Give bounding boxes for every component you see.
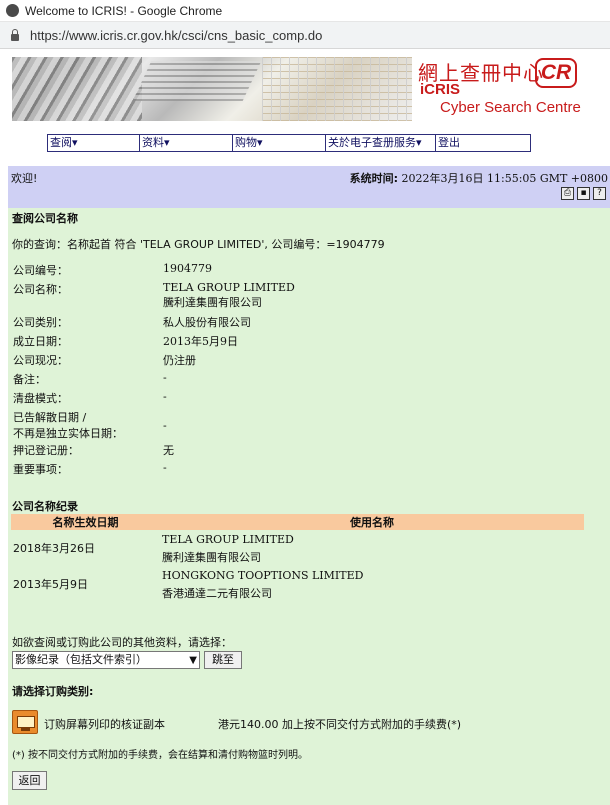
menu-logout[interactable]: 登出: [436, 135, 530, 151]
info-value: 无: [163, 444, 174, 457]
company-name-zh: 騰利達集團有限公司: [163, 296, 262, 309]
name-date: 2018年3月26日: [13, 542, 95, 555]
info-label: 公司类别：: [13, 316, 68, 329]
name-zh: 騰利達集團有限公司: [162, 551, 261, 564]
info-value: 2013年5月9日: [163, 335, 238, 348]
site-banner: 網上查冊中心 iCRIS Cyber Search Centre CR: [0, 49, 610, 127]
info-row: 公司现况： 仍注册: [11, 352, 571, 371]
info-row: 成立日期： 2013年5月9日: [11, 333, 571, 352]
order-footnote: (*) 按不同交付方式附加的手续费，会在结算和清付购物篮时列明。: [12, 750, 308, 761]
your-query: 你的查询：名称起首 符合 'TELA GROUP LIMITED', 公司编号：…: [12, 238, 385, 251]
url-text[interactable]: https://www.icris.cr.gov.hk/csci/cns_bas…: [30, 28, 322, 43]
document-type-select[interactable]: 影像纪录（包括文件索引） ▼: [12, 651, 200, 669]
info-value: 1904779: [163, 262, 212, 275]
menu-about[interactable]: 关於电子查册服务▾: [326, 135, 436, 151]
info-row: 公司编号： 1904779: [11, 262, 571, 281]
address-bar[interactable]: https://www.icris.cr.gov.hk/csci/cns_bas…: [0, 22, 610, 49]
table-row: 2018年3月26日 TELA GROUP LIMITED: [11, 530, 584, 556]
order-item-price: 港元140.00 加上按不同交付方式附加的手续费(*): [218, 718, 462, 731]
chevron-down-icon: ▼: [189, 655, 197, 666]
select-value: 影像纪录（包括文件索引）: [15, 653, 147, 666]
banner-image: [12, 57, 412, 121]
info-label: 备注：: [13, 373, 46, 386]
info-label: 公司编号：: [13, 264, 68, 277]
info-label: 重要事项：: [13, 463, 68, 476]
info-row: 公司名称： TELA GROUP LIMITED 騰利達集團有限公司: [11, 281, 571, 314]
order-item-label[interactable]: 订购屏幕列印的核证副本: [44, 716, 165, 732]
info-row: 已告解散日期 / 不再是独立实体日期： -: [11, 409, 571, 442]
name-date: 2013年5月9日: [13, 578, 88, 591]
col-name-used: 使用名称: [160, 514, 584, 530]
name-zh: 香港通達二元有限公司: [162, 587, 272, 600]
cr-logo: CR: [535, 58, 577, 88]
info-label: 公司名称：: [13, 283, 68, 296]
order-cart-icon[interactable]: [12, 710, 38, 734]
info-value: -: [163, 461, 167, 474]
window-titlebar: Welcome to ICRIS! - Google Chrome: [0, 0, 610, 22]
info-value: -: [163, 419, 167, 432]
brand-subtitle: Cyber Search Centre: [440, 99, 581, 116]
go-button[interactable]: 跳至: [204, 651, 242, 669]
company-info-table: 公司编号： 1904779 公司名称： TELA GROUP LIMITED 騰利達集…: [11, 262, 571, 480]
more-info-prompt: 如欲查阅或订购此公司的其他资料，请选择：: [12, 636, 232, 649]
main-menu: 查阅▾ 资料▾ 购物▾ 关於电子查册服务▾ 登出: [47, 134, 531, 152]
info-row: 清盘模式： -: [11, 390, 571, 409]
info-row: 公司类别： 私人股份有限公司: [11, 314, 571, 333]
info-value: 私人股份有限公司: [163, 316, 251, 329]
info-row: 重要事项： -: [11, 461, 571, 480]
info-label: 成立日期：: [13, 335, 68, 348]
name-history-heading: 公司名称纪录: [12, 500, 78, 513]
info-row: 备注： -: [11, 371, 571, 390]
company-name-en: TELA GROUP LIMITED: [163, 281, 295, 294]
window-title: Welcome to ICRIS! - Google Chrome: [25, 3, 223, 18]
system-time-label: 系统时间:: [349, 172, 399, 185]
menu-search[interactable]: 查阅▾: [48, 135, 140, 151]
info-label: 已告解散日期 /: [13, 411, 87, 424]
menu-shopping[interactable]: 购物▾: [233, 135, 326, 151]
system-time-value: 2022年3月16日 11:55:05 GMT +0800: [401, 172, 608, 185]
info-label: 押记登记册：: [13, 444, 79, 457]
print-icon[interactable]: ⎙: [561, 187, 574, 200]
lock-icon: [10, 29, 20, 41]
info-label-2: 不再是独立实体日期：: [13, 427, 123, 440]
name-history-table: 名称生效日期 使用名称 2018年3月26日 TELA GROUP LIMITE…: [11, 514, 584, 602]
brand-english: iCRIS: [420, 81, 461, 98]
table-row: 2013年5月9日 HONGKONG TOOPTIONS LIMITED: [11, 566, 584, 592]
info-row: 押记登记册： 无: [11, 442, 571, 461]
name-en: HONGKONG TOOPTIONS LIMITED: [162, 568, 364, 582]
info-value: -: [163, 371, 167, 384]
chrome-icon: [6, 4, 19, 17]
page-tools: ⎙ ▪ ?: [561, 187, 606, 200]
info-label: 公司现况：: [13, 354, 68, 367]
system-time: 系统时间: 2022年3月16日 11:55:05 GMT +0800: [350, 170, 608, 186]
menu-info[interactable]: 资料▾: [140, 135, 233, 151]
save-icon[interactable]: ▪: [577, 187, 590, 200]
help-icon[interactable]: ?: [593, 187, 606, 200]
info-label: 清盘模式：: [13, 392, 68, 405]
order-heading: 请选择订购类别:: [12, 685, 94, 698]
main-panel: 查阅公司名称 你的查询：名称起首 符合 'TELA GROUP LIMITED'…: [8, 208, 610, 805]
name-en: TELA GROUP LIMITED: [162, 532, 294, 546]
welcome-text: 欢迎!: [11, 172, 38, 185]
info-value: -: [163, 390, 167, 403]
info-value: 仍注册: [163, 354, 196, 367]
welcome-bar: 欢迎! 系统时间: 2022年3月16日 11:55:05 GMT +0800 …: [8, 166, 610, 208]
col-effective-date: 名称生效日期: [11, 514, 160, 530]
query-heading: 查阅公司名称: [12, 212, 78, 225]
back-button[interactable]: 返回: [12, 771, 47, 790]
